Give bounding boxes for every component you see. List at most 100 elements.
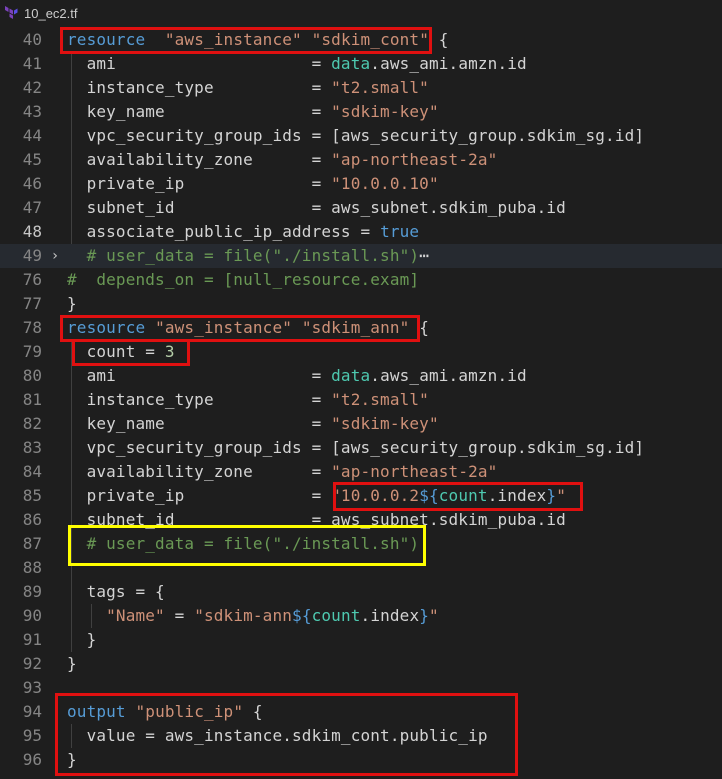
code-line[interactable]: 96}	[0, 748, 722, 772]
code-token: output	[67, 702, 126, 721]
line-number: 42	[22, 78, 42, 97]
code-line[interactable]: 85 private_ip = "10.0.0.2${count.index}"	[0, 484, 722, 508]
line-number: 90	[22, 606, 42, 625]
code-token: }	[546, 486, 557, 505]
code-text: associate_public_ip_address = true	[67, 220, 419, 244]
code-token: count	[438, 486, 488, 505]
line-number: 49	[22, 246, 42, 265]
code-line[interactable]: 84 availability_zone = "ap-northeast-2a"	[0, 460, 722, 484]
code-token: "sdkim-ann	[194, 606, 293, 625]
line-number: 41	[22, 54, 42, 73]
code-token: {	[429, 30, 449, 49]
line-number: 88	[22, 558, 42, 577]
code-token: count	[311, 606, 361, 625]
code-text: }	[67, 652, 77, 676]
code-token: "sdkim-key"	[331, 414, 439, 433]
code-line[interactable]: 95 value = aws_instance.sdkim_cont.publi…	[0, 724, 722, 748]
line-number: 79	[22, 342, 42, 361]
code-line[interactable]: 44 vpc_security_group_ids = [aws_securit…	[0, 124, 722, 148]
code-token: ${	[292, 606, 312, 625]
code-token: availability_zone =	[67, 150, 332, 169]
code-token: vpc_security_group_ids = [aws_security_g…	[67, 126, 645, 145]
line-number: 96	[22, 750, 42, 769]
code-line[interactable]: 45 availability_zone = "ap-northeast-2a"	[0, 148, 722, 172]
code-editor[interactable]: 40⌵resource "aws_instance" "sdkim_cont" …	[0, 28, 722, 779]
code-token: "ap-northeast-2a"	[331, 150, 498, 169]
code-line[interactable]: 40⌵resource "aws_instance" "sdkim_cont" …	[0, 28, 722, 52]
code-line[interactable]: 88	[0, 556, 722, 580]
code-text: resource "aws_instance" "sdkim_ann" {	[67, 316, 429, 340]
indent-guide	[71, 52, 72, 244]
code-token: .index	[487, 486, 547, 505]
code-line[interactable]: 87⌵ # user_data = file("./install.sh")	[0, 532, 722, 556]
line-number: 76	[22, 270, 42, 289]
code-token: # user_data = file("./install.sh")	[67, 534, 420, 553]
code-token: }	[67, 294, 77, 313]
line-number: 94	[22, 702, 42, 721]
code-token: }	[67, 750, 77, 769]
code-token: tags = {	[67, 582, 165, 601]
code-line[interactable]: 92}	[0, 652, 722, 676]
code-token: "10.0.0.2	[331, 486, 420, 505]
line-number: 47	[22, 198, 42, 217]
code-line[interactable]: 81 instance_type = "t2.small"	[0, 388, 722, 412]
code-line[interactable]: 42 instance_type = "t2.small"	[0, 76, 722, 100]
code-token: private_ip =	[67, 174, 332, 193]
code-line[interactable]: 47 subnet_id = aws_subnet.sdkim_puba.id	[0, 196, 722, 220]
code-token: "10.0.0.10"	[331, 174, 439, 193]
line-number: 78	[22, 318, 42, 337]
code-text: private_ip = "10.0.0.10"	[67, 172, 439, 196]
code-line[interactable]: 48 associate_public_ip_address = true	[0, 220, 722, 244]
code-line[interactable]: 82 key_name = "sdkim-key"	[0, 412, 722, 436]
code-token: {	[243, 702, 263, 721]
code-line[interactable]: 80 ami = data.aws_ami.amzn.id	[0, 364, 722, 388]
code-text: tags = {	[67, 580, 165, 604]
code-text: private_ip = "10.0.0.2${count.index}"	[67, 484, 566, 508]
code-line[interactable]: 41 ami = data.aws_ami.amzn.id	[0, 52, 722, 76]
line-number: 46	[22, 174, 42, 193]
code-token: key_name =	[67, 414, 332, 433]
code-text: key_name = "sdkim-key"	[67, 412, 439, 436]
line-number: 48	[22, 222, 42, 241]
code-token: "t2.small"	[331, 390, 429, 409]
code-token: .aws_ami.amzn.id	[370, 54, 527, 73]
fold-chevron-right-icon[interactable]: ›	[48, 244, 62, 268]
code-line[interactable]: 83 vpc_security_group_ids = [aws_securit…	[0, 436, 722, 460]
code-token: "	[429, 606, 439, 625]
code-token: count =	[67, 342, 165, 361]
code-line[interactable]: 86 subnet_id = aws_subnet.sdkim_puba.id	[0, 508, 722, 532]
code-token: "	[556, 486, 566, 505]
code-line[interactable]: 43 key_name = "sdkim-key"	[0, 100, 722, 124]
code-text: vpc_security_group_ids = [aws_security_g…	[67, 124, 644, 148]
code-line[interactable]: 91 }	[0, 628, 722, 652]
code-line[interactable]: 89⌵ tags = {	[0, 580, 722, 604]
tab-filename: 10_ec2.tf	[24, 6, 78, 21]
code-line[interactable]: 79 count = 3	[0, 340, 722, 364]
code-token: ami =	[67, 54, 332, 73]
code-line[interactable]: 90 "Name" = "sdkim-ann${count.index}"	[0, 604, 722, 628]
line-number: 86	[22, 510, 42, 529]
line-number: 77	[22, 294, 42, 313]
code-line[interactable]: 77}	[0, 292, 722, 316]
editor-tab[interactable]: 10_ec2.tf	[0, 0, 86, 27]
indent-guide	[91, 604, 92, 628]
code-text: subnet_id = aws_subnet.sdkim_puba.id	[67, 196, 566, 220]
code-text: "Name" = "sdkim-ann${count.index}"	[67, 604, 439, 628]
code-text: output "public_ip" {	[67, 700, 263, 724]
code-text: key_name = "sdkim-key"	[67, 100, 439, 124]
code-token: availability_zone =	[67, 462, 332, 481]
code-line[interactable]: 76 # depends_on = [null_resource.exam]	[0, 268, 722, 292]
code-line[interactable]: 78⌵resource "aws_instance" "sdkim_ann" {	[0, 316, 722, 340]
code-text: # user_data = file("./install.sh")⋯	[67, 244, 429, 268]
code-line[interactable]: 46 private_ip = "10.0.0.10"	[0, 172, 722, 196]
code-line[interactable]: 49 › # user_data = file("./install.sh")⋯	[0, 244, 722, 268]
code-token: "Name"	[106, 606, 165, 625]
code-token: "t2.small"	[331, 78, 429, 97]
code-line[interactable]: 93	[0, 676, 722, 700]
code-text: vpc_security_group_ids = [aws_security_g…	[67, 436, 644, 460]
code-line[interactable]: 94⌵output "public_ip" {	[0, 700, 722, 724]
